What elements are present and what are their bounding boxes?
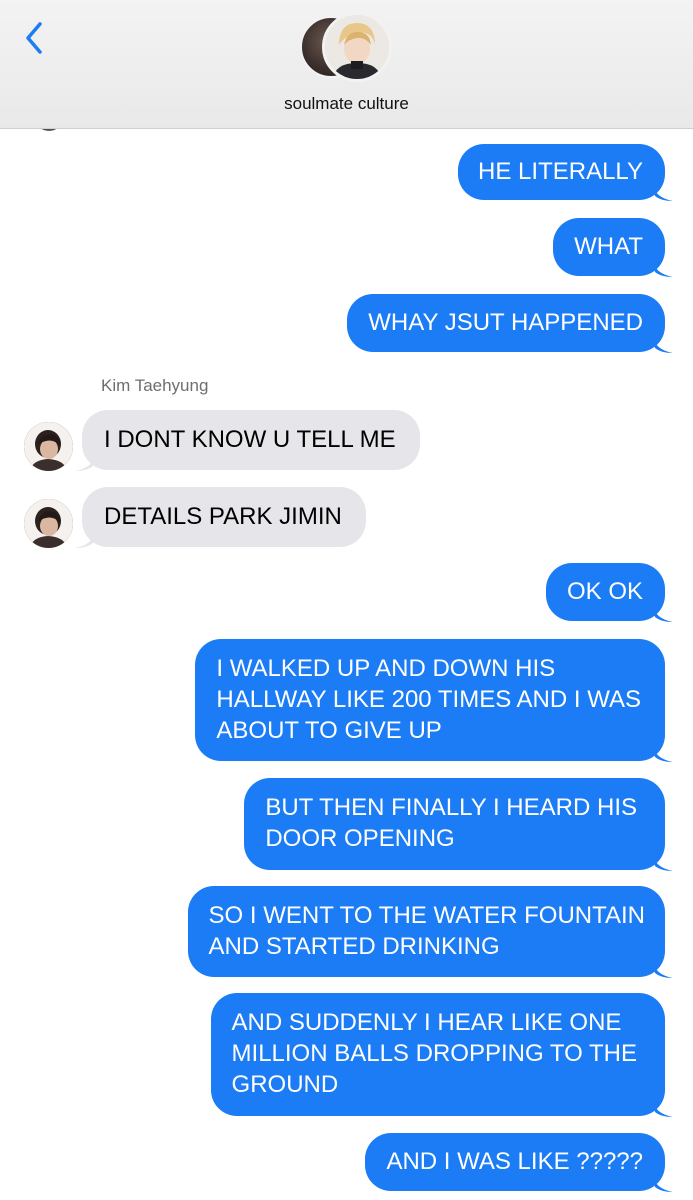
message-line: AND STARTED DRINKING (208, 933, 500, 960)
message-text: WHAY JSUT HAPPENED (368, 309, 643, 336)
chevron-left-icon (26, 22, 42, 54)
bubble-tail (651, 959, 673, 978)
message-bubble-outgoing[interactable]: WHAT (553, 218, 665, 276)
message-text: DETAILS PARK JIMIN (104, 503, 342, 530)
message-line: GROUND (231, 1071, 339, 1098)
sender-name: Kim Taehyung (101, 376, 209, 395)
bubble-tail (75, 529, 97, 548)
chat-title[interactable]: soulmate culture (0, 94, 693, 114)
bubble-tail (651, 334, 673, 353)
bubble-tail (75, 452, 97, 471)
message-text: OK OK (566, 578, 643, 605)
message-text: HE LITERALLY (478, 158, 643, 185)
message-line: AND SUDDENLY I HEAR LIKE ONE (231, 1009, 622, 1036)
message-bubble-incoming[interactable]: I DONT KNOW U TELL ME (82, 410, 420, 470)
bubble-tail (651, 1173, 673, 1192)
message-line: SO I WENT TO THE WATER FOUNTAIN (208, 902, 645, 929)
sender-avatar[interactable] (24, 422, 73, 471)
message-line: ABOUT TO GIVE UP (216, 717, 442, 744)
member-avatar-front (322, 12, 392, 82)
message-text: WHAT (574, 233, 643, 260)
back-button[interactable] (18, 18, 52, 58)
message-bubble-outgoing[interactable]: OK OK (545, 563, 665, 621)
chat-header: soulmate culture (0, 0, 693, 129)
message-text: AND I WAS LIKE ????? (386, 1148, 643, 1175)
message-bubble-outgoing[interactable]: I WALKED UP AND DOWN HIS HALLWAY LIKE 20… (195, 639, 665, 761)
message-bubble-outgoing[interactable]: AND I WAS LIKE ????? (365, 1133, 665, 1191)
message-text: I DONT KNOW U TELL ME (104, 426, 396, 453)
bubble-tail (651, 258, 673, 277)
bubble-tail (651, 182, 673, 201)
message-bubble-outgoing[interactable]: WHAY JSUT HAPPENED (347, 294, 665, 352)
message-line: I WALKED UP AND DOWN HIS (216, 655, 556, 682)
bubble-tail (651, 603, 673, 622)
message-line: MILLION BALLS DROPPING TO THE (231, 1040, 637, 1067)
message-line: BUT THEN FINALLY I HEARD HIS (265, 794, 637, 821)
sender-avatar[interactable] (24, 499, 73, 548)
message-bubble-outgoing[interactable]: HE LITERALLY (458, 144, 665, 200)
bubble-tail (651, 1098, 673, 1117)
bubble-tail (651, 743, 673, 762)
group-avatar[interactable] (300, 12, 392, 84)
bubble-tail (651, 852, 673, 871)
message-line: DOOR OPENING (265, 825, 455, 852)
message-line: HALLWAY LIKE 200 TIMES AND I WAS (216, 686, 641, 713)
message-bubble-outgoing[interactable]: AND SUDDENLY I HEAR LIKE ONE MILLION BAL… (210, 993, 665, 1116)
message-bubble-outgoing[interactable]: SO I WENT TO THE WATER FOUNTAIN AND STAR… (187, 886, 665, 977)
message-bubble-incoming[interactable]: DETAILS PARK JIMIN (82, 487, 366, 547)
message-bubble-outgoing[interactable]: BUT THEN FINALLY I HEARD HIS DOOR OPENIN… (244, 778, 665, 870)
